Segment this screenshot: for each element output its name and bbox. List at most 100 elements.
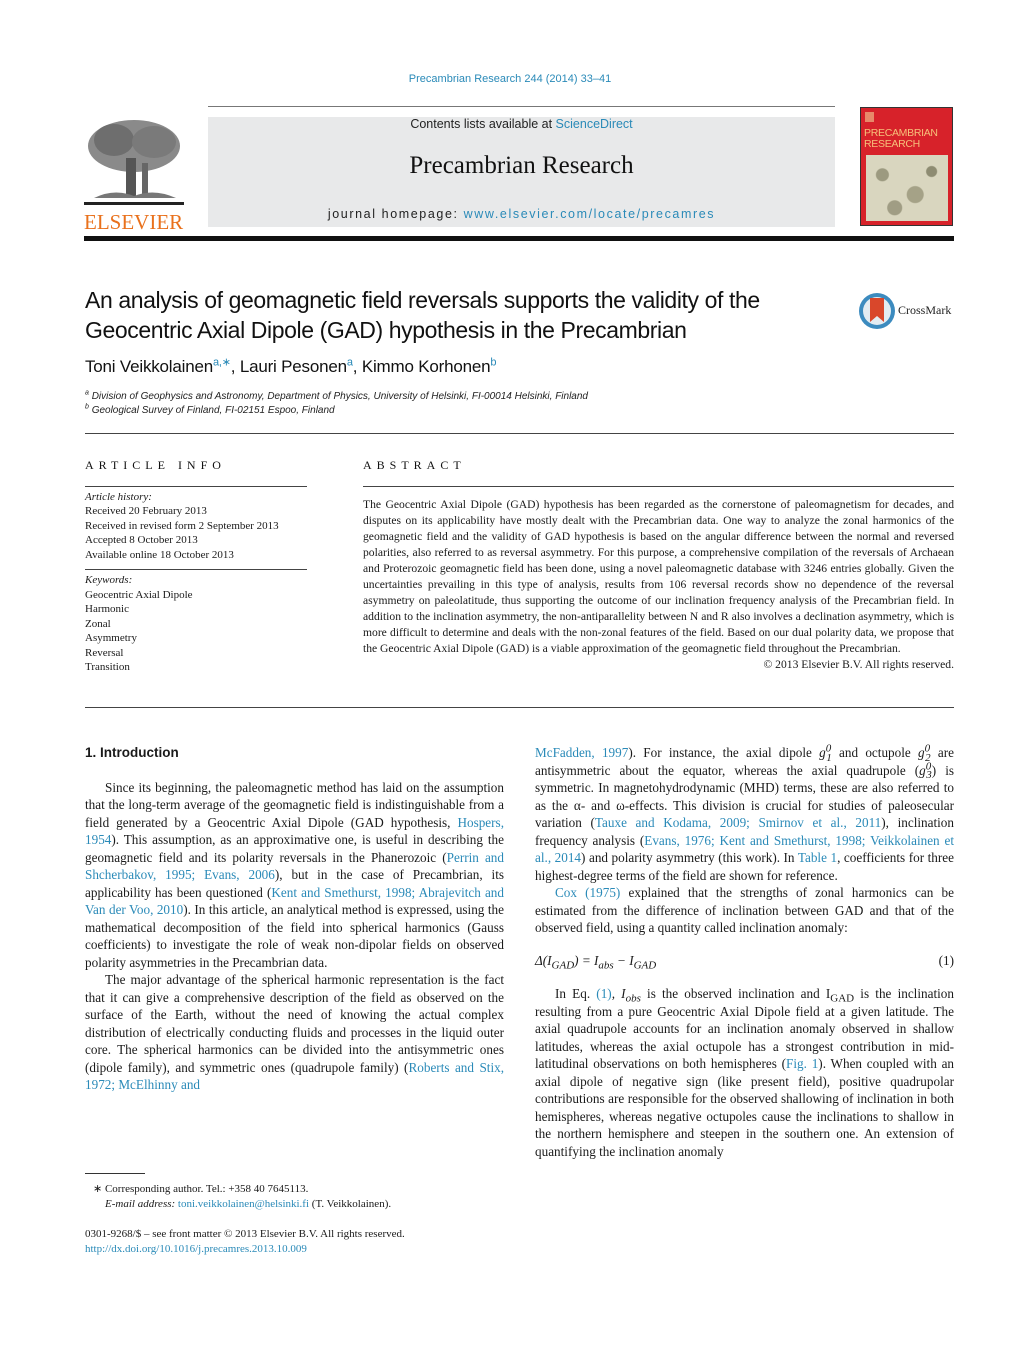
cover-image bbox=[866, 155, 948, 221]
footnotes: ∗ Corresponding author. Tel.: +358 40 76… bbox=[85, 1173, 505, 1257]
elsevier-tree-icon bbox=[84, 118, 184, 206]
affiliation-text: Geological Survey of Finland, FI-02151 E… bbox=[91, 405, 335, 416]
title-line2: Geocentric Axial Dipole (GAD) hypothesis… bbox=[85, 317, 687, 343]
footnote-rule bbox=[85, 1173, 145, 1174]
abstract-copyright: © 2013 Elsevier B.V. All rights reserved… bbox=[763, 658, 954, 671]
keywords-rule bbox=[85, 569, 307, 570]
contents-prefix: Contents lists available at bbox=[410, 117, 556, 131]
eq-lhs: Δ(I bbox=[535, 952, 552, 968]
gauss-coefficient: g01 bbox=[819, 743, 832, 763]
journal-name: Precambrian Research bbox=[409, 152, 634, 179]
crossmark-icon bbox=[859, 293, 895, 329]
eq-mid: ) = I bbox=[574, 952, 599, 968]
doi-link[interactable]: http://dx.doi.org/10.1016/j.precamres.20… bbox=[85, 1242, 505, 1257]
affiliation: b Geological Survey of Finland, FI-02151… bbox=[85, 404, 588, 418]
text: is the observed inclination and I bbox=[640, 986, 831, 1001]
sciencedirect-link[interactable]: ScienceDirect bbox=[556, 117, 633, 131]
cover-emblem-icon bbox=[865, 112, 874, 122]
citation-link[interactable]: Tauxe and Kodama, 2009; Smirnov et al., … bbox=[595, 815, 881, 830]
equation-body: Δ(IGAD) = Iabs − IGAD bbox=[535, 952, 656, 972]
text: , I bbox=[611, 986, 626, 1001]
symbol: g bbox=[819, 745, 826, 760]
figure-link[interactable]: Fig. 1 bbox=[786, 1056, 818, 1071]
keyword: Geocentric Axial Dipole bbox=[85, 588, 193, 601]
text: ). For instance, the axial dipole bbox=[628, 745, 820, 760]
abstract-text: The Geocentric Axial Dipole (GAD) hypoth… bbox=[363, 498, 954, 655]
author-affil-sup[interactable]: b bbox=[490, 356, 496, 368]
history-item: Received in revised form 2 September 201… bbox=[85, 519, 279, 532]
journal-banner: Contents lists available at ScienceDirec… bbox=[208, 117, 835, 227]
symbol: g bbox=[918, 745, 925, 760]
author-name[interactable]: Lauri Pesonen bbox=[240, 357, 347, 376]
crossmark-button[interactable]: CrossMark bbox=[858, 292, 958, 332]
history-item: Received 20 February 2013 bbox=[85, 505, 207, 517]
body-left-column: 1. Introduction Since its beginning, the… bbox=[85, 744, 504, 1094]
body-right-column: McFadden, 1997). For instance, the axial… bbox=[535, 743, 954, 1160]
citation-link[interactable]: McFadden, 1997 bbox=[535, 745, 628, 760]
text: and octupole bbox=[831, 745, 919, 760]
affiliations-rule bbox=[85, 433, 954, 434]
abstract-rule bbox=[363, 486, 954, 487]
author-affil-sup[interactable]: a,∗ bbox=[213, 356, 231, 368]
email-note: E-mail address: toni.veikkolainen@helsin… bbox=[85, 1197, 505, 1212]
equation-number: (1) bbox=[938, 952, 954, 968]
header-top-rule bbox=[208, 106, 835, 107]
eq-sub: abs bbox=[598, 959, 614, 972]
affiliation-sup: b bbox=[85, 403, 89, 411]
email-link[interactable]: toni.veikkolainen@helsinki.fi bbox=[178, 1198, 309, 1210]
citation-link[interactable]: Cox (1975) bbox=[555, 885, 620, 900]
abstract-bottom-rule bbox=[85, 707, 954, 708]
text: ) and polarity asymmetry (this work). In bbox=[581, 850, 798, 865]
paragraph: Since its beginning, the paleomagnetic m… bbox=[85, 779, 504, 972]
email-suffix: (T. Veikkolainen). bbox=[309, 1198, 392, 1210]
text: ). When coupled with an axial dipole of … bbox=[535, 1056, 955, 1159]
paragraph: Cox (1975) explained that the strengths … bbox=[535, 884, 954, 937]
homepage-prefix: journal homepage: bbox=[327, 207, 464, 221]
paragraph: The major advantage of the spherical har… bbox=[85, 971, 504, 1094]
elsevier-logo[interactable]: ELSEVIER bbox=[84, 118, 188, 233]
affiliations: a Division of Geophysics and Astronomy, … bbox=[85, 390, 588, 418]
abstract: ABSTRACT The Geocentric Axial Dipole (GA… bbox=[363, 458, 954, 673]
header-thick-rule bbox=[84, 236, 954, 241]
text: Since its beginning, the paleomagnetic m… bbox=[85, 779, 504, 830]
history-label: Article history: bbox=[85, 490, 152, 503]
keyword: Transition bbox=[85, 661, 130, 673]
abstract-heading: ABSTRACT bbox=[363, 458, 466, 472]
cover-title: PRECAMBRIAN RESEARCH bbox=[864, 128, 938, 150]
author-list: Toni Veikkolainena,∗, Lauri Pesonena, Ki… bbox=[85, 356, 497, 376]
author-name[interactable]: Kimmo Korhonen bbox=[362, 357, 491, 376]
eq-sub: GAD bbox=[551, 959, 575, 972]
section-heading: 1. Introduction bbox=[85, 745, 179, 760]
paragraph: McFadden, 1997). For instance, the axial… bbox=[535, 743, 954, 884]
contents-line: Contents lists available at ScienceDirec… bbox=[208, 117, 835, 131]
paragraph: In Eq. (1), Iobs is the observed inclina… bbox=[535, 985, 954, 1160]
affiliation: a Division of Geophysics and Astronomy, … bbox=[85, 390, 588, 404]
eq-rhs: − I bbox=[613, 952, 634, 968]
article-info-heading: ARTICLE INFO bbox=[85, 458, 226, 472]
issn-line: 0301-9268/$ – see front matter © 2013 El… bbox=[85, 1228, 405, 1240]
journal-reference-link[interactable]: Precambrian Research 244 (2014) 33–41 bbox=[0, 73, 1020, 85]
text: In Eq. bbox=[555, 986, 597, 1001]
article-info: ARTICLE INFO Article history: Received 2… bbox=[85, 458, 307, 675]
article-title: An analysis of geomagnetic field reversa… bbox=[85, 285, 845, 345]
email-label: E-mail address: bbox=[105, 1198, 178, 1210]
keywords-label: Keywords: bbox=[85, 574, 133, 586]
text: ). This assumption, as an approximative … bbox=[85, 832, 504, 865]
keyword: Harmonic bbox=[85, 603, 129, 615]
symbol: g bbox=[919, 762, 926, 778]
affiliation-text: Division of Geophysics and Astronomy, De… bbox=[91, 391, 588, 402]
homepage-line: journal homepage: www.elsevier.com/locat… bbox=[208, 207, 835, 221]
article-info-rule bbox=[85, 485, 307, 487]
author-name[interactable]: Toni Veikkolainen bbox=[85, 357, 213, 376]
affiliation-sup: a bbox=[85, 389, 89, 397]
keyword: Zonal bbox=[85, 617, 111, 630]
history-item: Accepted 8 October 2013 bbox=[85, 534, 198, 546]
equation-link[interactable]: (1) bbox=[596, 986, 611, 1001]
homepage-link[interactable]: www.elsevier.com/locate/precamres bbox=[464, 207, 715, 221]
crossmark-label: CrossMark bbox=[898, 303, 952, 317]
table-link[interactable]: Table 1 bbox=[798, 850, 837, 865]
elsevier-wordmark: ELSEVIER bbox=[84, 210, 184, 234]
author-affil-sup[interactable]: a bbox=[347, 356, 353, 368]
cover-title-line2: RESEARCH bbox=[864, 138, 920, 150]
journal-cover[interactable]: PRECAMBRIAN RESEARCH bbox=[860, 107, 953, 226]
